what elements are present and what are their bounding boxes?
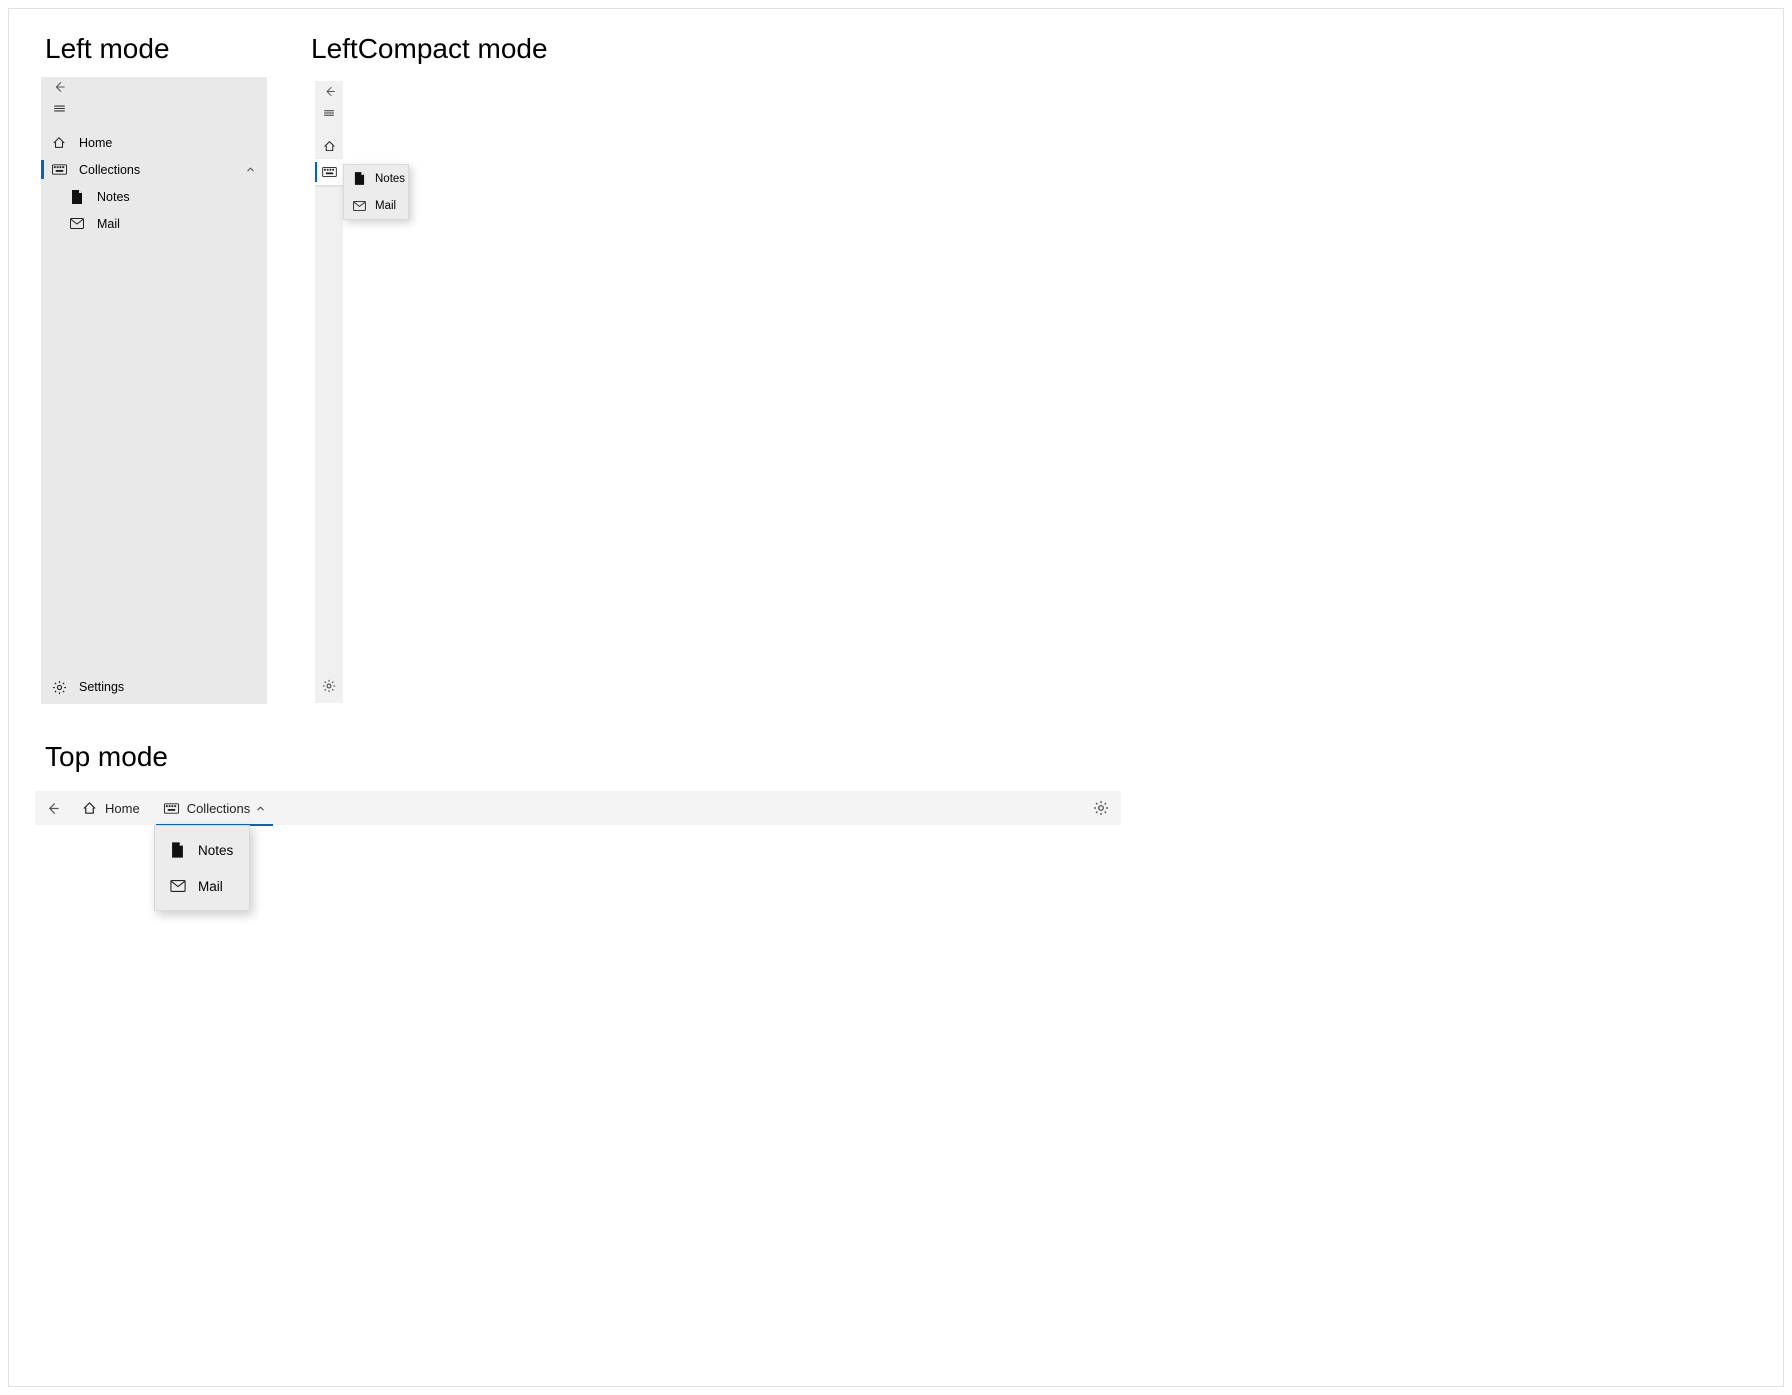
leftcompact-nav-pane <box>315 81 343 703</box>
section-title-left: Left mode <box>45 33 170 65</box>
back-arrow-icon <box>45 801 60 816</box>
nav-label-home: Home <box>79 136 112 150</box>
home-icon <box>51 135 67 151</box>
top-flyout-label-mail: Mail <box>198 879 223 894</box>
keyboard-icon <box>164 801 179 816</box>
document-icon <box>352 172 366 186</box>
top-nav-home[interactable]: Home <box>70 791 152 825</box>
mail-icon <box>352 199 366 213</box>
nav-item-settings[interactable]: Settings <box>41 670 267 704</box>
compact-hamburger-button[interactable] <box>315 101 343 125</box>
nav-item-collections[interactable]: Collections <box>41 156 267 183</box>
back-arrow-icon <box>323 85 336 98</box>
top-nav-collections[interactable]: Collections <box>152 791 278 825</box>
compact-settings-button[interactable] <box>315 669 343 703</box>
section-title-top: Top mode <box>45 741 168 773</box>
flyout-label-notes: Notes <box>375 173 405 185</box>
top-flyout-item-mail[interactable]: Mail <box>155 868 249 904</box>
mail-icon <box>69 216 85 232</box>
nav-label-collections: Collections <box>79 163 140 177</box>
back-button[interactable] <box>41 77 267 95</box>
top-mode-nav-bar: Home Collections <box>35 791 1121 825</box>
flyout-item-notes[interactable]: Notes <box>344 165 408 192</box>
top-settings-button[interactable] <box>1081 791 1121 825</box>
top-back-button[interactable] <box>35 791 70 825</box>
back-arrow-icon <box>51 79 67 95</box>
mail-icon <box>169 878 186 895</box>
flyout-item-mail[interactable]: Mail <box>344 192 408 219</box>
top-flyout: Notes Mail <box>154 825 250 911</box>
keyboard-icon <box>51 162 67 178</box>
section-title-leftcompact: LeftCompact mode <box>311 33 548 65</box>
hamburger-button[interactable] <box>41 95 267 121</box>
home-icon <box>82 801 97 816</box>
compact-back-button[interactable] <box>315 81 343 101</box>
nav-item-home[interactable]: Home <box>41 129 267 156</box>
document-icon <box>169 842 186 859</box>
gear-icon <box>1093 800 1109 816</box>
gear-icon <box>322 679 336 693</box>
top-flyout-label-notes: Notes <box>198 843 233 858</box>
top-label-home: Home <box>105 801 140 816</box>
document-icon <box>69 189 85 205</box>
nav-label-mail: Mail <box>97 217 120 231</box>
compact-flyout: Notes Mail <box>343 164 409 220</box>
nav-item-mail[interactable]: Mail <box>41 210 267 237</box>
compact-collections-button[interactable] <box>315 159 343 185</box>
chevron-up-icon <box>256 804 265 813</box>
top-flyout-item-notes[interactable]: Notes <box>155 832 249 868</box>
chevron-up-icon <box>246 165 255 174</box>
hamburger-icon <box>51 100 67 116</box>
left-mode-nav-pane: Home Collections Notes Mail <box>41 77 267 704</box>
nav-item-notes[interactable]: Notes <box>41 183 267 210</box>
flyout-label-mail: Mail <box>375 200 396 212</box>
nav-label-settings: Settings <box>79 680 124 694</box>
top-label-collections: Collections <box>187 801 251 816</box>
nav-label-notes: Notes <box>97 190 130 204</box>
compact-home-button[interactable] <box>315 133 343 159</box>
hamburger-icon <box>323 107 335 119</box>
home-icon <box>323 140 336 153</box>
gear-icon <box>51 679 67 695</box>
keyboard-icon <box>322 167 337 177</box>
